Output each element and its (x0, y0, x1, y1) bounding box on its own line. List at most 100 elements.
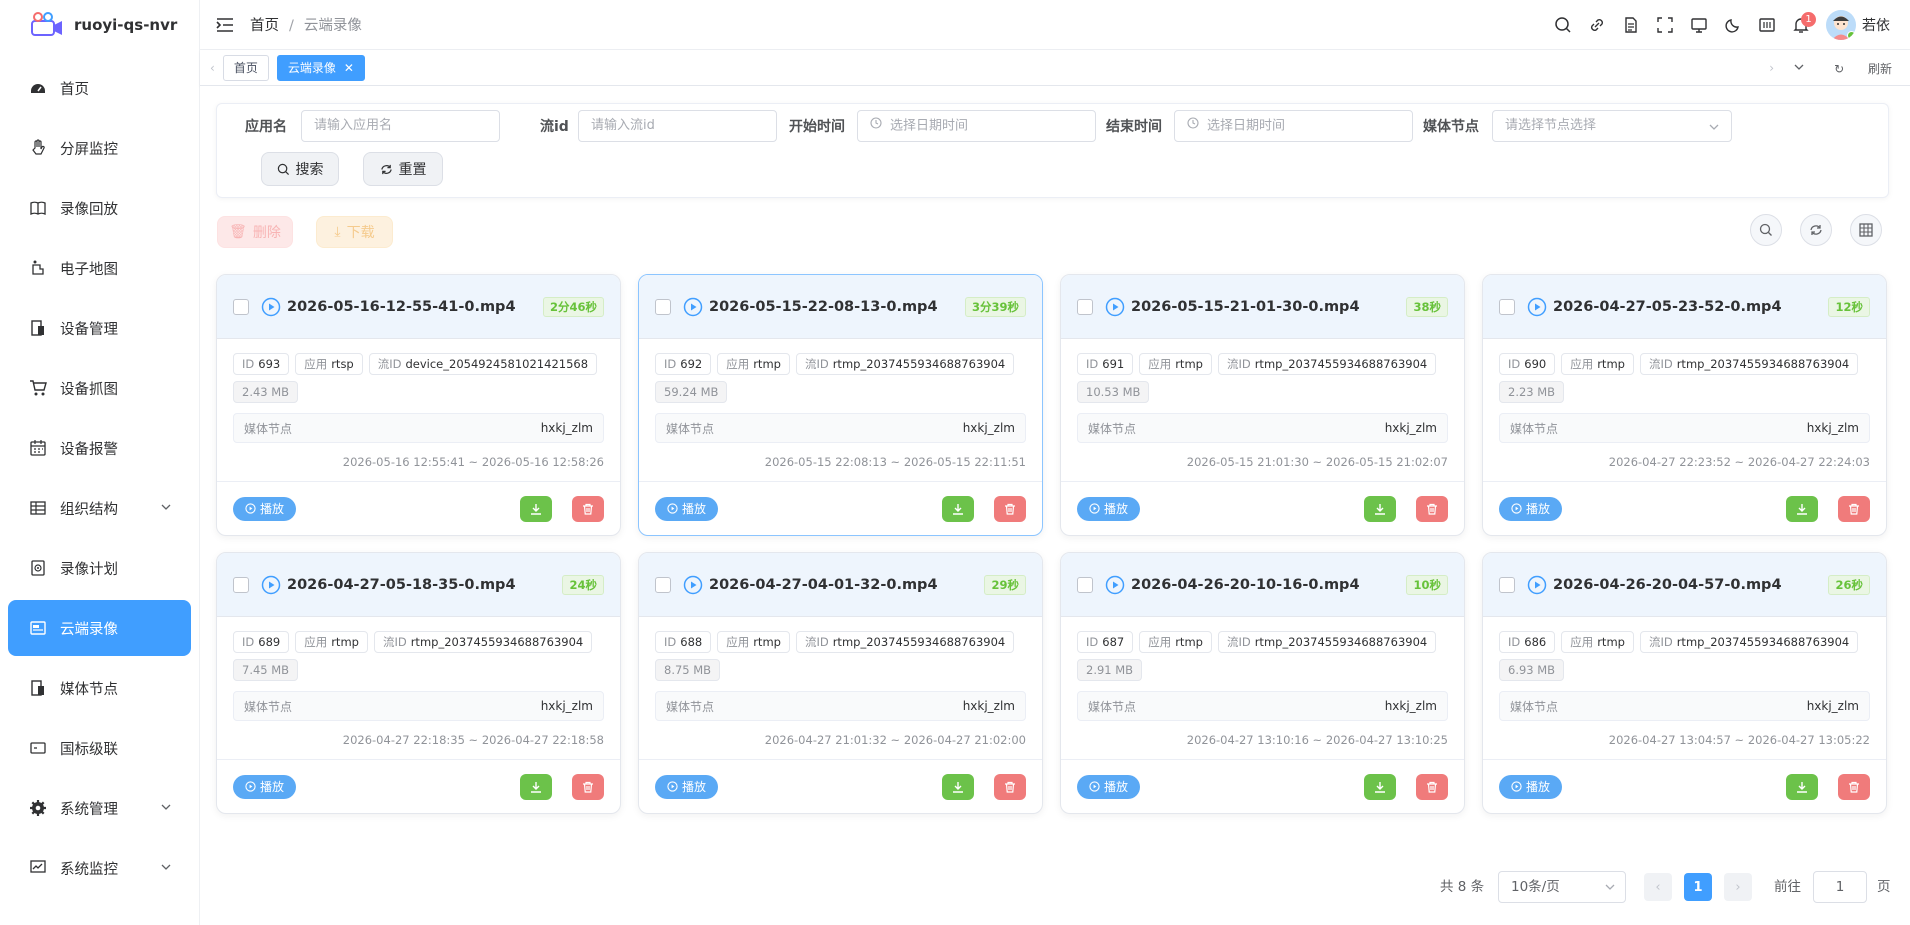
header-layout[interactable] (1750, 8, 1784, 42)
tags-scroll-left-icon[interactable]: ‹ (210, 61, 215, 75)
sidebar-item-0[interactable]: 首页 (8, 60, 191, 116)
card-checkbox[interactable] (233, 298, 249, 315)
play-circle-icon[interactable] (261, 575, 281, 595)
download-button[interactable] (1364, 496, 1396, 522)
play-button[interactable]: 播放 (655, 496, 719, 521)
header-notifications[interactable]: 1 (1784, 8, 1818, 42)
card-checkbox[interactable] (1499, 298, 1515, 315)
header-screen[interactable] (1682, 8, 1716, 42)
header-link[interactable] (1580, 8, 1614, 42)
page-1-button[interactable]: 1 (1684, 873, 1712, 901)
play-button[interactable]: 播放 (233, 496, 297, 521)
play-circle-icon[interactable] (1105, 575, 1125, 595)
sidebar-item-4[interactable]: 设备管理 (8, 300, 191, 356)
stream-value: rtmp_2037455934688763904 (1254, 635, 1428, 649)
card-checkbox[interactable] (1077, 298, 1093, 315)
header-theme[interactable] (1716, 8, 1750, 42)
play-button[interactable]: 播放 (233, 774, 297, 799)
play-button[interactable]: 播放 (1077, 774, 1141, 799)
recording-card[interactable]: 2026-05-15-22-08-13-0.mp4 3分39秒 ID 692 应用 rtm… (638, 274, 1043, 536)
tag-home[interactable]: 首页 (222, 54, 269, 81)
goto-page-input[interactable]: 1 (1813, 871, 1867, 903)
card-checkbox[interactable] (233, 576, 249, 593)
play-button[interactable]: 播放 (655, 774, 719, 799)
sidebar-item-2[interactable]: 录像回放 (8, 180, 191, 236)
play-circle-icon[interactable] (1527, 575, 1547, 595)
recording-card[interactable]: 2026-04-27-04-01-32-0.mp4 29秒 ID 688 应用 rtmp 流… (638, 552, 1043, 814)
delete-button[interactable] (1416, 774, 1448, 800)
delete-button[interactable] (1416, 496, 1448, 522)
card-checkbox[interactable] (1077, 576, 1093, 593)
sidebar-item-6[interactable]: 设备报警 (8, 420, 191, 476)
refresh-list-button[interactable] (1800, 214, 1832, 246)
download-button[interactable] (520, 496, 552, 522)
tags-dropdown-icon[interactable] (1794, 61, 1804, 75)
recording-card[interactable]: 2026-05-15-21-01-30-0.mp4 38秒 ID 691 应用 rtmp 流… (1060, 274, 1465, 536)
play-circle-icon[interactable] (1105, 297, 1125, 317)
tags-refresh[interactable]: ↻ 刷新 (1824, 60, 1902, 77)
hamburger-toggle[interactable] (216, 17, 234, 33)
columns-button[interactable] (1850, 214, 1882, 246)
play-button[interactable]: 播放 (1077, 496, 1141, 521)
search-button[interactable]: 搜索 (261, 152, 339, 186)
sidebar-item-12[interactable]: 系统管理 (8, 780, 191, 836)
sidebar-item-9[interactable]: 云端录像 (8, 600, 191, 656)
recording-card[interactable]: 2026-04-26-20-04-57-0.mp4 26秒 ID 686 应用 rtmp 流… (1482, 552, 1887, 814)
tags-scroll-right-icon[interactable]: › (1769, 61, 1774, 75)
app-name-input[interactable]: 请输入应用名 (301, 110, 500, 142)
card-checkbox[interactable] (1499, 576, 1515, 593)
header-fullscreen[interactable] (1648, 8, 1682, 42)
breadcrumb-home[interactable]: 首页 (250, 18, 279, 34)
card-checkbox[interactable] (655, 298, 671, 315)
media-node-select[interactable]: 请选择节点选择 (1492, 110, 1732, 142)
batch-download-button[interactable]: ⤓ 下载 (316, 216, 393, 248)
delete-button[interactable] (994, 774, 1026, 800)
recording-card[interactable]: 2026-04-27-05-18-35-0.mp4 24秒 ID 689 应用 rtmp 流… (216, 552, 621, 814)
download-button[interactable] (1786, 496, 1818, 522)
play-circle-icon[interactable] (683, 575, 703, 595)
recording-card[interactable]: 2026-05-16-12-55-41-0.mp4 2分46秒 ID 693 应用 rts… (216, 274, 621, 536)
play-circle-icon[interactable] (1527, 297, 1547, 317)
batch-delete-button[interactable]: 🗑 删除 (217, 216, 293, 248)
username[interactable]: 若依 (1862, 15, 1890, 35)
page-size-select[interactable]: 10条/页 (1498, 871, 1626, 903)
toggle-search-button[interactable] (1750, 214, 1782, 246)
play-button[interactable]: 播放 (1499, 774, 1563, 799)
recording-card[interactable]: 2026-04-26-20-10-16-0.mp4 10秒 ID 687 应用 rtmp 流… (1060, 552, 1465, 814)
app-logo[interactable]: ruoyi-qs-nvr (0, 0, 199, 50)
download-button[interactable] (1786, 774, 1818, 800)
card-checkbox[interactable] (655, 576, 671, 593)
prev-page-button[interactable]: ‹ (1644, 873, 1672, 901)
delete-button[interactable] (1838, 496, 1870, 522)
download-button[interactable] (942, 496, 974, 522)
sidebar-item-11[interactable]: 国标级联 (8, 720, 191, 776)
reset-button[interactable]: 重置 (363, 152, 443, 186)
sidebar-item-10[interactable]: 媒体节点 (8, 660, 191, 716)
sidebar-item-1[interactable]: 分屏监控 (8, 120, 191, 176)
sidebar-item-3[interactable]: 电子地图 (8, 240, 191, 296)
avatar[interactable] (1826, 10, 1856, 40)
sidebar-item-8[interactable]: 录像计划 (8, 540, 191, 596)
play-circle-icon[interactable] (683, 297, 703, 317)
sidebar-item-5[interactable]: 设备抓图 (8, 360, 191, 416)
header-search[interactable] (1546, 8, 1580, 42)
recording-card[interactable]: 2026-04-27-05-23-52-0.mp4 12秒 ID 690 应用 rtmp 流… (1482, 274, 1887, 536)
play-circle-icon[interactable] (261, 297, 281, 317)
delete-button[interactable] (1838, 774, 1870, 800)
stream-id-input[interactable]: 请输入流id (578, 110, 777, 142)
delete-button[interactable] (572, 774, 604, 800)
tag-close-icon[interactable]: ✕ (344, 56, 354, 80)
download-button[interactable] (942, 774, 974, 800)
tag-cloud-record[interactable]: 云端录像 ✕ (276, 54, 365, 81)
end-time-picker[interactable]: 选择日期时间 (1174, 110, 1413, 142)
delete-button[interactable] (994, 496, 1026, 522)
sidebar-item-7[interactable]: 组织结构 (8, 480, 191, 536)
play-button[interactable]: 播放 (1499, 496, 1563, 521)
download-button[interactable] (1364, 774, 1396, 800)
sidebar-item-13[interactable]: 系统监控 (8, 840, 191, 896)
download-button[interactable] (520, 774, 552, 800)
header-doc[interactable] (1614, 8, 1648, 42)
start-time-picker[interactable]: 选择日期时间 (857, 110, 1096, 142)
delete-button[interactable] (572, 496, 604, 522)
next-page-button[interactable]: › (1724, 873, 1752, 901)
